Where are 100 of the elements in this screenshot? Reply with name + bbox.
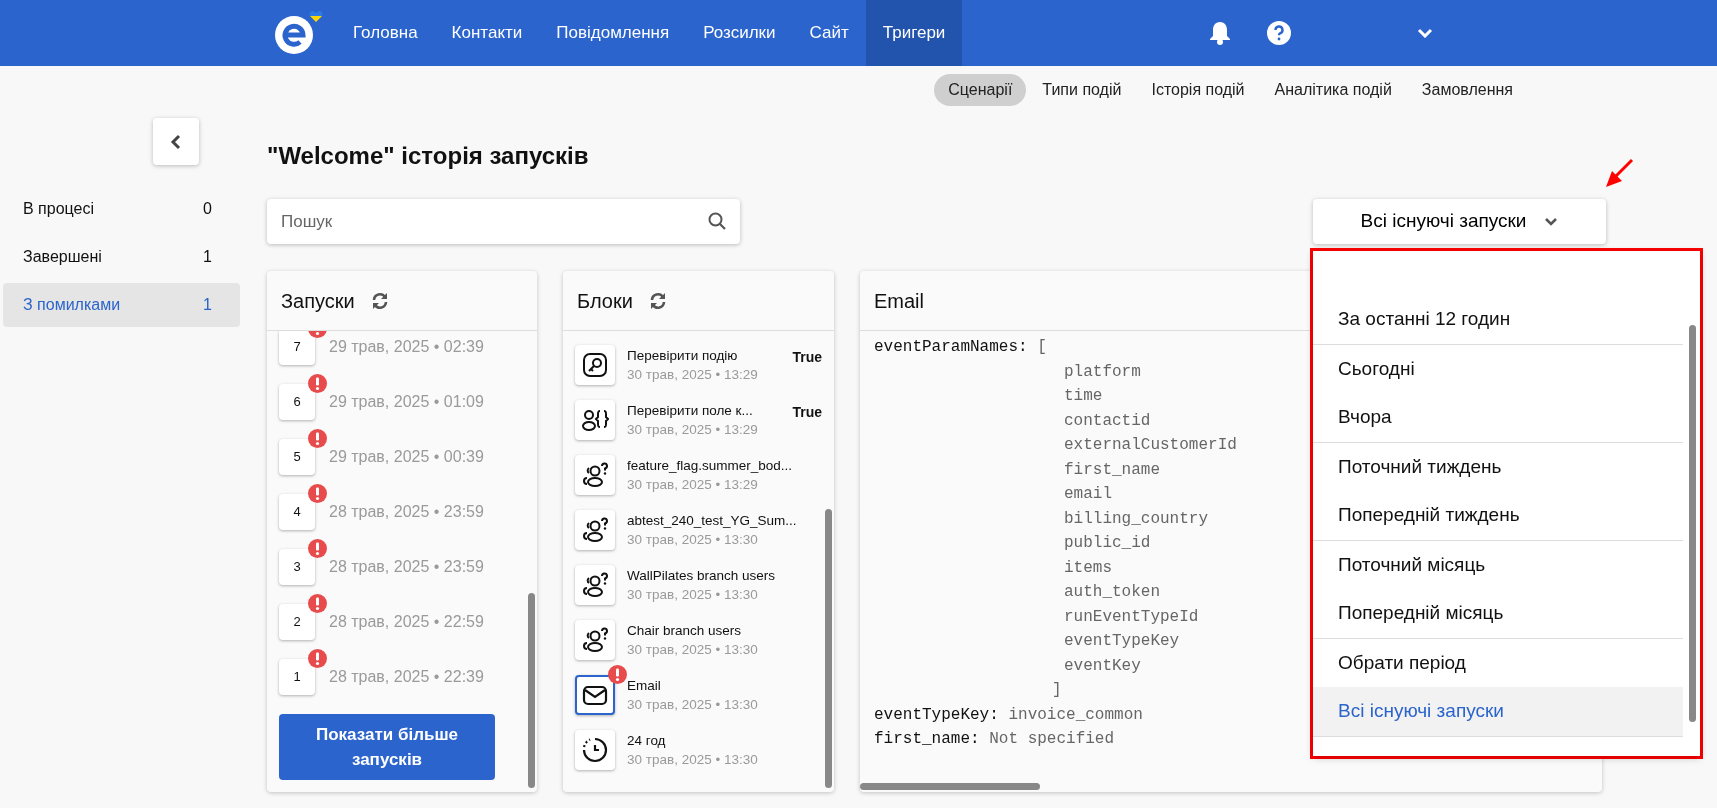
scrollbar[interactable] [825,509,832,788]
menu-item[interactable]: Поточний тиждень [1313,442,1683,491]
search-field[interactable]: Пошук [267,199,740,244]
run-number[interactable]: 5 [279,438,315,475]
block-tile[interactable] [575,344,615,385]
field-value: auth_token [1063,582,1160,603]
sidebar-label: Завершені [23,247,102,267]
block-name: 24 год [627,731,667,750]
run-date: 29 трав, 2025 • 01:09 [329,391,484,412]
sidebar-item[interactable]: Завершені 1 [3,235,240,279]
run-number[interactable]: 6 [279,383,315,420]
block-tile[interactable] [575,729,615,770]
block-date: 30 трав, 2025 • 13:30 [627,640,758,659]
field-value: Not specified [989,730,1115,748]
show-more-button[interactable]: Показати більше запусків [279,714,495,780]
block-name: Chair branch users [627,621,743,640]
run-number[interactable]: 2 [279,603,315,640]
nav-link[interactable]: Головна [336,0,435,66]
block-date: 30 трав, 2025 • 13:29 [627,365,758,384]
block-tile[interactable] [575,399,615,440]
menu-item[interactable]: Вчора [1313,393,1683,442]
menu-item[interactable]: Попередній місяць [1313,589,1683,638]
block-date: 30 трав, 2025 • 13:30 [627,750,758,769]
chevron-down-icon[interactable] [1417,28,1433,38]
run-number[interactable]: 7 [279,331,315,365]
block-date: 30 трав, 2025 • 13:30 [627,585,759,604]
period-dropdown[interactable]: Всі існуючі запуски [1313,199,1606,244]
block-date: 30 трав, 2025 • 13:30 [627,695,758,714]
nav-link[interactable]: Розсилки [686,0,793,66]
menu-item[interactable]: За останні 12 годин [1313,295,1683,344]
block-date: 30 трав, 2025 • 13:29 [627,475,759,494]
block-result: True [792,348,822,367]
chevron-left-icon [170,133,182,150]
block-name: Перевірити поле к... [627,401,754,420]
help-icon[interactable] [1267,21,1291,45]
field-value: platform [1063,361,1141,383]
sidebar-count: 1 [203,295,212,315]
menu-item[interactable]: Всі існуючі запуски [1313,687,1683,736]
subnav-tab[interactable]: Історія подій [1137,74,1259,106]
run-date: 29 трав, 2025 • 00:39 [329,446,484,467]
nav-link[interactable]: Тригери [865,0,963,66]
clock-icon [581,735,609,764]
field-value: billing_country [1063,508,1209,530]
block-name: WallPilates branch users [627,566,776,585]
sidebar-label: В процесі [23,199,94,219]
subnav-tab[interactable]: Аналітика подій [1260,74,1406,106]
subnav-tab[interactable]: Сценарії [934,74,1027,106]
sidebar-label: З помилками [23,295,121,315]
scrollbar[interactable] [528,593,535,788]
field-value: first_name [1063,459,1160,481]
scrollbar[interactable] [1689,325,1696,722]
scrollbar[interactable] [860,783,1040,790]
block-tile[interactable] [575,674,615,715]
block-tile[interactable] [575,509,615,550]
users-question-icon [581,515,609,544]
field-value: email [1063,484,1112,505]
sidebar-item[interactable]: В процесі 0 [3,187,240,231]
field-value: contactid [1063,410,1151,432]
block-name: Email [627,676,662,695]
panel-title: Email [874,288,924,314]
subnav-tab[interactable]: Замовлення [1407,74,1527,106]
run-number[interactable]: 4 [279,493,315,530]
field-value: eventKey [1063,655,1141,677]
block-date: 30 трав, 2025 • 13:29 [627,420,758,439]
refresh-icon[interactable] [370,291,389,310]
block-tile[interactable] [575,564,615,605]
run-date: 28 трав, 2025 • 22:59 [329,611,484,632]
menu-item[interactable]: Сьогодні [1313,344,1683,393]
field-value: runEventTypeId [1063,606,1199,628]
refresh-icon[interactable] [648,291,667,310]
field-value: items [1063,557,1112,579]
run-date: 29 трав, 2025 • 02:39 [329,336,484,357]
key-icon [581,350,609,379]
field-key: first_name: [874,730,980,748]
block-tile[interactable] [575,454,615,495]
menu-item[interactable]: Обрати період [1313,638,1683,687]
field-value: eventTypeKey [1063,631,1180,652]
block-tile[interactable] [575,619,615,660]
bracket: [ [1037,338,1047,356]
back-button[interactable] [153,118,199,165]
users-question-icon [581,625,609,654]
bracket: ] [1051,680,1062,701]
nav-link[interactable]: Повідомлення [539,0,687,66]
nav-link[interactable]: Контакти [434,0,540,66]
panel-title: Блоки [577,288,633,314]
run-number[interactable]: 1 [279,658,315,695]
subnav-tab[interactable]: Типи подій [1028,74,1136,106]
sidebar-count: 0 [203,199,212,219]
field-value: externalCustomerId [1063,435,1237,456]
menu-item[interactable]: Попередній тиждень [1313,491,1683,540]
menu-item[interactable]: Поточний місяць [1313,540,1683,589]
run-number[interactable]: 3 [279,548,315,585]
search-icon[interactable] [708,212,726,230]
nav-link[interactable]: Сайт [792,0,866,66]
field-value: invoice_common [1008,705,1143,724]
sidebar-item[interactable]: З помилками 1 [3,283,240,327]
page-title: "Welcome" історія запусків [267,141,590,171]
sidebar-count: 1 [203,247,212,267]
notification-bell-icon[interactable] [1209,21,1231,45]
chevron-down-icon [1544,217,1559,226]
